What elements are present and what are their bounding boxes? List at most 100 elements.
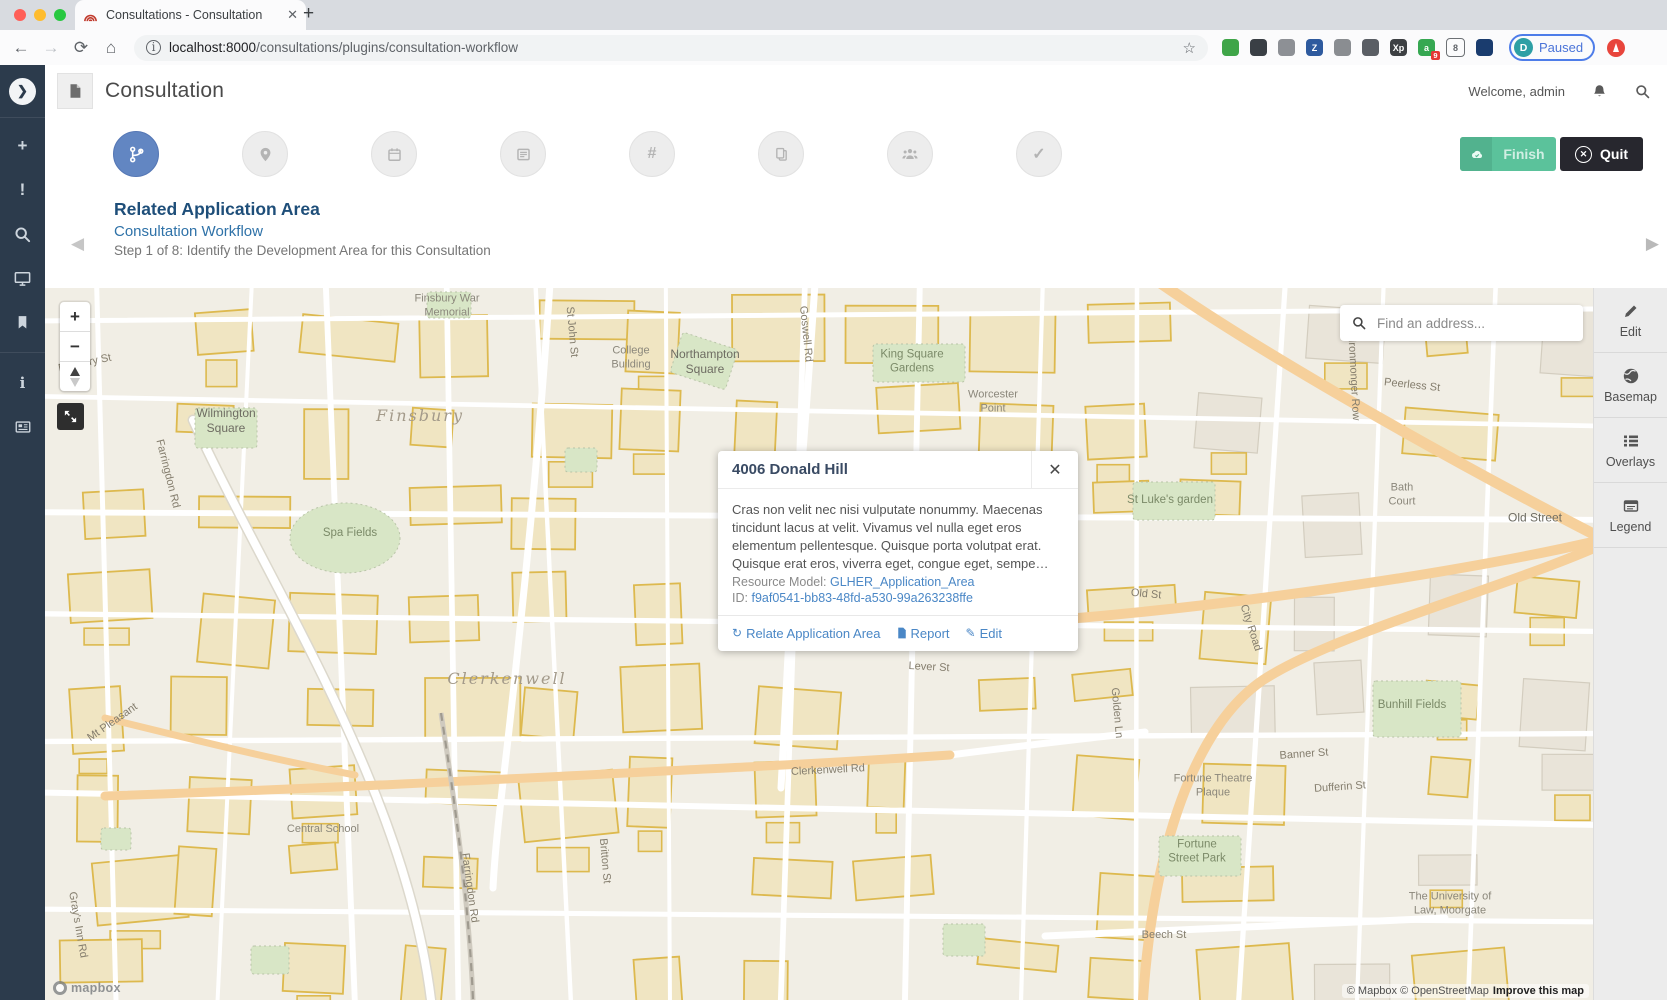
sidebar-item-screen[interactable] (0, 256, 45, 300)
quit-button[interactable]: ✕ Quit (1560, 137, 1643, 171)
tool-overlays-button[interactable]: Overlays (1594, 418, 1667, 483)
extension-loom-icon[interactable] (1278, 39, 1295, 56)
map-zoom-control[interactable]: + − (60, 302, 90, 391)
page-title: Consultation (105, 79, 224, 103)
form-icon (515, 146, 532, 163)
sidebar-item-cards[interactable] (0, 405, 45, 449)
fullscreen-button[interactable] (57, 403, 84, 430)
expand-icon (63, 409, 78, 424)
map-label: Northampton Square (670, 347, 739, 377)
extension-worldmap-icon[interactable] (1476, 39, 1493, 56)
globe-icon (1622, 367, 1640, 385)
users-icon (901, 145, 919, 163)
back-button[interactable]: ← (6, 38, 36, 58)
bookmark-star-icon[interactable]: ☆ (1183, 39, 1196, 57)
report-link[interactable]: Report (897, 626, 950, 641)
reload-button[interactable]: ⟳ (66, 38, 96, 58)
popup-close-button[interactable]: ✕ (1031, 451, 1078, 488)
finish-button[interactable]: Finish (1460, 137, 1556, 171)
map-canvas[interactable]: Finsbury War MemorialCollege BuildingNor… (45, 288, 1593, 1000)
relate-application-area-link[interactable]: ↻ Relate Application Area (732, 626, 881, 641)
sidebar-item-info[interactable]: i (0, 361, 45, 405)
zoom-out-button[interactable]: − (60, 331, 90, 361)
attribution-text[interactable]: © Mapbox © OpenStreetMap (1347, 985, 1489, 997)
sidebar-item-add[interactable]: + (0, 124, 45, 168)
workflow-step-location[interactable] (242, 131, 288, 177)
welcome-text[interactable]: Welcome, admin (1468, 84, 1565, 99)
step-header: ◀ Related Application Area Consultation … (45, 190, 1667, 288)
new-tab-button[interactable]: + (303, 3, 314, 25)
window-controls[interactable] (14, 9, 66, 21)
extension-xpath-icon[interactable]: Xp (1390, 39, 1407, 56)
tool-edit-button[interactable]: Edit (1594, 288, 1667, 353)
resource-id-link[interactable]: f9af0541-bb83-48fd-a530-99a263238ffe (751, 591, 973, 605)
map-label: Finsbury (376, 406, 464, 426)
address-search-input[interactable] (1375, 315, 1583, 332)
workflow-step-reference[interactable]: # (629, 131, 675, 177)
map-label: Gray's Inn Rd (64, 891, 89, 959)
url-path: /consultations/plugins/consultation-work… (256, 40, 518, 55)
home-button[interactable]: ⌂ (96, 38, 126, 58)
map-label: Old St (1130, 587, 1162, 603)
workflow-step-complete[interactable]: ✓ (1016, 131, 1062, 177)
map-label: Central School (287, 823, 359, 837)
site-info-icon[interactable]: i (146, 40, 161, 55)
files-icon (773, 146, 790, 163)
map-label: Farringdon Rd (457, 852, 480, 924)
next-step-arrow[interactable]: ▶ (1646, 234, 1659, 254)
workflow-name[interactable]: Consultation Workflow (114, 223, 491, 240)
minimize-window-button[interactable] (34, 9, 46, 21)
map-attribution[interactable]: © Mapbox © OpenStreetMap Improve this map (1342, 984, 1589, 998)
tool-legend-button[interactable]: Legend (1594, 483, 1667, 548)
map-label: Dufferin St (1314, 779, 1367, 796)
tab-close-icon[interactable]: ✕ (287, 7, 298, 23)
sidebar-item-search[interactable] (0, 212, 45, 256)
profile-button[interactable]: D Paused (1509, 34, 1595, 61)
previous-step-arrow[interactable]: ◀ (71, 234, 84, 254)
tool-basemap-button[interactable]: Basemap (1594, 353, 1667, 418)
extension-evernote-icon[interactable] (1222, 39, 1239, 56)
tool-basemap-label: Basemap (1604, 390, 1657, 404)
extension-postman-icon[interactable] (1250, 39, 1267, 56)
tab-strip: Consultations - Consultation ✕ + (0, 0, 1667, 30)
map-label: Banner St (1279, 746, 1329, 763)
app-sidebar: ❯ + ! i (0, 65, 45, 1000)
map-label: Clerkenwell (447, 669, 566, 689)
zoom-in-button[interactable]: + (60, 302, 90, 331)
workflow-step-branch[interactable] (113, 131, 159, 177)
mapbox-logo[interactable]: mapbox (53, 981, 121, 995)
sidebar-item-notifications[interactable]: ! (0, 168, 45, 212)
header-search-icon[interactable] (1634, 83, 1651, 100)
sidebar-expand-button[interactable]: ❯ (0, 65, 45, 118)
map-label: Beech St (1142, 929, 1187, 943)
extension-zotero-icon[interactable]: Z (1306, 39, 1323, 56)
address-search-box[interactable] (1340, 305, 1583, 341)
extension-grid-icon[interactable] (1334, 39, 1351, 56)
workflow-step-documents[interactable] (758, 131, 804, 177)
layers-list-icon (1622, 432, 1640, 450)
sidebar-item-bookmark[interactable] (0, 300, 45, 344)
branch-icon (127, 145, 146, 164)
red-shield-extension-icon[interactable] (1607, 39, 1625, 57)
step-title: Related Application Area (114, 199, 491, 220)
browser-tab[interactable]: Consultations - Consultation ✕ (75, 0, 306, 30)
newspaper-icon (14, 418, 32, 436)
address-bar[interactable]: i localhost:8000/consultations/plugins/c… (134, 35, 1208, 61)
edit-link[interactable]: ✎ Edit (966, 626, 1002, 641)
map-label: Britton St (595, 838, 613, 884)
workflow-step-contacts[interactable] (887, 131, 933, 177)
extension-grammar-icon[interactable]: a9 (1418, 39, 1435, 56)
maximize-window-button[interactable] (54, 9, 66, 21)
close-window-button[interactable] (14, 9, 26, 21)
improve-map-link[interactable]: Improve this map (1493, 985, 1584, 997)
avatar: D (1514, 38, 1533, 57)
workflow-step-details[interactable] (500, 131, 546, 177)
extension-stamp-icon[interactable] (1362, 39, 1379, 56)
map-tools-panel: Edit Basemap Overlays Legend (1593, 288, 1667, 1000)
forward-button[interactable]: → (36, 38, 66, 58)
workflow-step-dates[interactable] (371, 131, 417, 177)
extension-outline-icon[interactable]: 8 (1446, 38, 1465, 57)
notifications-bell-icon[interactable] (1591, 83, 1608, 100)
compass-control[interactable] (60, 361, 90, 391)
resource-model-link[interactable]: GLHER_Application_Area (830, 575, 975, 589)
